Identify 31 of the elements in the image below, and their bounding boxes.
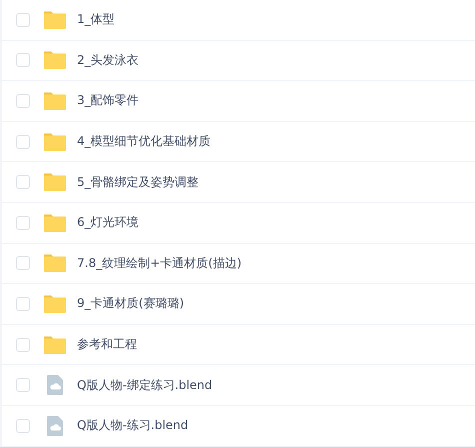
file-name[interactable]: 5_骨骼绑定及姿势调整 [77,174,199,191]
folder-icon [43,292,67,315]
file-name[interactable]: 参考和工程 [77,336,137,354]
file-name[interactable]: Q版人物-绑定练习.blend [77,376,212,394]
file-name[interactable]: 7.8_纹理绘制+卡通材质(描边) [77,254,242,272]
file-name[interactable]: 2_头发泳衣 [77,52,139,69]
checkbox[interactable] [16,338,30,352]
folder-icon [43,252,67,274]
checkbox[interactable] [16,94,30,108]
file-name[interactable]: 1_体型 [77,11,115,28]
folder-icon [43,8,67,31]
checkbox[interactable] [16,175,30,190]
folder-icon [43,212,67,234]
file-name[interactable]: Q版人物-练习.blend [77,417,188,434]
checkbox[interactable] [16,216,30,230]
checkbox[interactable] [16,134,30,149]
checkbox[interactable] [16,12,30,27]
checkbox[interactable] [16,256,30,270]
folder-icon [43,171,67,194]
folder-icon [43,130,67,153]
folder-icon [43,49,67,72]
file-name[interactable]: 3_配饰零件 [77,92,139,110]
checkbox[interactable] [16,53,30,68]
file-name[interactable]: 6_灯光环境 [77,214,139,232]
checkbox[interactable] [16,378,30,392]
file-name[interactable]: 4_模型细节优化基础材质 [77,133,211,150]
folder-icon [43,334,67,356]
checkbox[interactable] [16,418,30,433]
checkbox[interactable] [16,296,30,311]
folder-icon [43,90,67,112]
file-name[interactable]: 9_卡通材质(赛璐璐) [77,295,184,312]
